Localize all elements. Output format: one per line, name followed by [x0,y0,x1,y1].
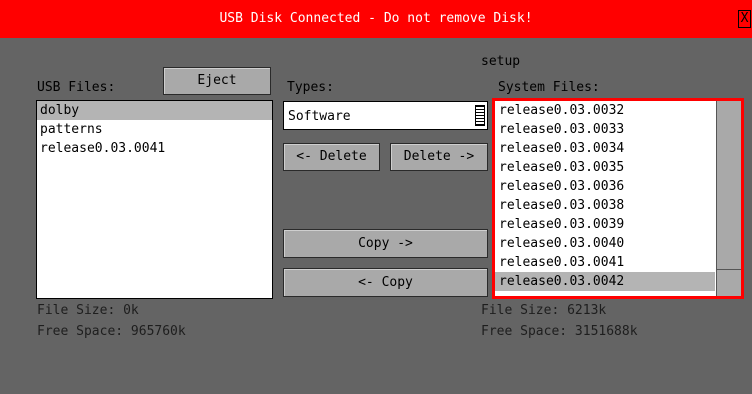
list-item[interactable]: release0.03.0035 [495,158,715,177]
system-file-size: File Size: 6213k [481,303,607,318]
scrollbar-thumb[interactable] [717,269,741,296]
setup-label: setup [481,54,521,69]
list-item[interactable]: release0.03.0041 [495,253,715,272]
dropdown-handle-icon[interactable] [475,105,485,126]
list-item[interactable]: release0.03.0038 [495,196,715,215]
close-icon[interactable]: X [738,10,751,28]
list-item[interactable]: patterns [37,120,272,139]
title-bar: USB Disk Connected - Do not remove Disk!… [0,0,752,38]
list-item[interactable]: release0.03.0039 [495,215,715,234]
list-item[interactable]: release0.03.0033 [495,120,715,139]
usb-files-label: USB Files: [37,80,116,95]
system-free-space: Free Space: 3151688k [481,324,638,339]
delete-right-button[interactable]: Delete -> [390,143,488,171]
list-item[interactable]: release0.03.0032 [495,101,715,120]
types-selected-value: Software [288,109,351,124]
system-files-label: System Files: [498,80,600,95]
list-item[interactable]: dolby [37,101,272,120]
list-item[interactable]: release0.03.0042 [495,272,715,291]
eject-button[interactable]: Eject [163,67,271,95]
usb-free-space: Free Space: 965760k [37,324,186,339]
types-select[interactable]: Software [283,101,488,130]
scrollbar[interactable] [716,101,741,296]
copy-right-button[interactable]: Copy -> [283,229,488,258]
list-item[interactable]: release0.03.0040 [495,234,715,253]
window-title: USB Disk Connected - Do not remove Disk! [219,11,533,26]
usb-file-size: File Size: 0k [37,303,139,318]
usb-file-list[interactable]: dolby patterns release0.03.0041 [36,100,273,299]
types-label: Types: [287,80,334,95]
list-item[interactable]: release0.03.0034 [495,139,715,158]
list-item[interactable]: release0.03.0036 [495,177,715,196]
copy-left-button[interactable]: <- Copy [283,268,488,297]
list-item[interactable]: release0.03.0041 [37,139,272,158]
system-file-list[interactable]: release0.03.0032 release0.03.0033 release0… [492,98,744,299]
delete-left-button[interactable]: <- Delete [283,143,380,171]
